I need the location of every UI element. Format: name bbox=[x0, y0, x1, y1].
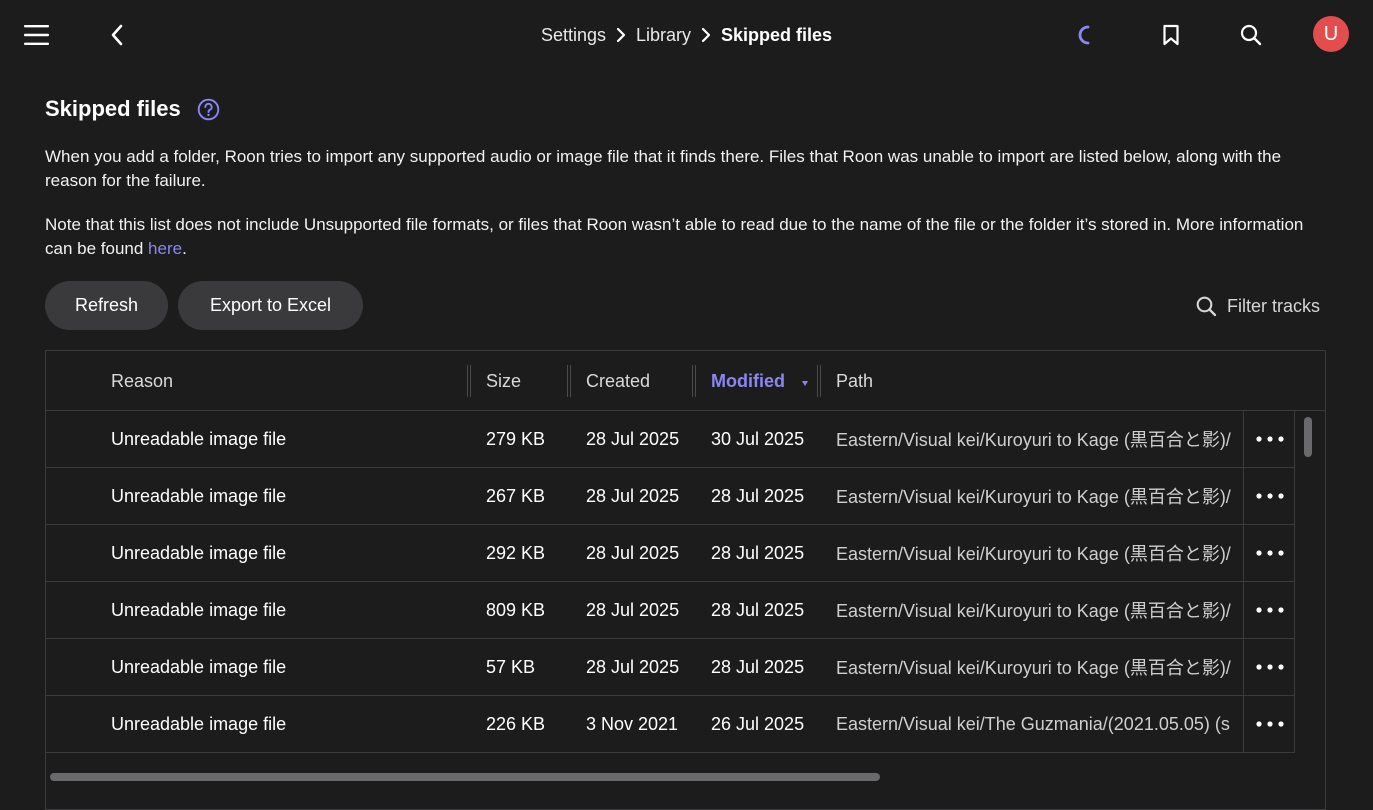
reason-cell: Unreadable image file bbox=[111, 599, 287, 620]
created-cell: 28 Jul 2025 bbox=[586, 428, 680, 449]
question-circle-icon bbox=[197, 98, 220, 121]
size-cell: 279 KB bbox=[486, 428, 546, 449]
loading-spinner-icon bbox=[1078, 25, 1090, 45]
column-header-modified[interactable]: Modified bbox=[711, 351, 785, 411]
column-resize-handle[interactable] bbox=[817, 365, 821, 397]
more-horizontal-icon bbox=[1256, 550, 1284, 556]
column-header-size[interactable]: Size bbox=[486, 351, 521, 411]
path-cell: Eastern/Visual kei/Kuroyuri to Kage (黒百合… bbox=[836, 430, 1231, 450]
created-cell: 28 Jul 2025 bbox=[586, 485, 680, 506]
table-row[interactable]: Unreadable image file 292 KB 28 Jul 2025… bbox=[46, 525, 1294, 582]
row-more-button[interactable] bbox=[1246, 525, 1294, 581]
description-paragraph: When you add a folder, Roon tries to imp… bbox=[45, 147, 1282, 190]
user-avatar[interactable]: U bbox=[1313, 16, 1349, 52]
row-more-button[interactable] bbox=[1246, 468, 1294, 524]
table-row[interactable]: Unreadable image file 226 KB 3 Nov 2021 … bbox=[46, 696, 1294, 753]
filter-tracks-label: Filter tracks bbox=[1227, 295, 1321, 316]
more-horizontal-icon bbox=[1256, 721, 1284, 727]
table-header: Reason Size Created Modified Path bbox=[46, 351, 1325, 411]
search-icon bbox=[1196, 296, 1217, 316]
breadcrumb-settings[interactable]: Settings bbox=[541, 25, 606, 46]
chevron-right-icon bbox=[701, 27, 711, 43]
loading-indicator bbox=[1070, 20, 1100, 50]
reason-cell: Unreadable image file bbox=[111, 542, 287, 563]
page-title: Skipped files bbox=[45, 96, 181, 121]
reason-cell: Unreadable image file bbox=[111, 428, 287, 449]
modified-cell: 26 Jul 2025 bbox=[711, 713, 805, 734]
created-cell: 3 Nov 2021 bbox=[586, 713, 679, 734]
more-horizontal-icon bbox=[1256, 493, 1284, 499]
note-suffix: . bbox=[182, 239, 187, 258]
skipped-files-table: Reason Size Created Modified Path Unread… bbox=[45, 350, 1326, 810]
modified-cell: 28 Jul 2025 bbox=[711, 485, 805, 506]
created-cell: 28 Jul 2025 bbox=[586, 656, 680, 677]
row-more-button[interactable] bbox=[1246, 696, 1294, 752]
note-text: Note that this list does not include Uns… bbox=[45, 215, 1304, 258]
chevron-right-icon bbox=[616, 27, 626, 43]
bookmark-icon bbox=[1163, 24, 1179, 46]
horizontal-scrollbar[interactable] bbox=[50, 773, 880, 781]
table-row[interactable]: Unreadable image file 809 KB 28 Jul 2025… bbox=[46, 582, 1294, 639]
reason-cell: Unreadable image file bbox=[111, 485, 287, 506]
path-cell: Eastern/Visual kei/Kuroyuri to Kage (黒百合… bbox=[836, 658, 1231, 678]
column-header-reason[interactable]: Reason bbox=[111, 351, 173, 411]
filter-tracks-control[interactable]: Filter tracks bbox=[1196, 292, 1320, 320]
more-horizontal-icon bbox=[1256, 607, 1284, 613]
modified-cell: 28 Jul 2025 bbox=[711, 542, 805, 563]
vertical-scrollbar[interactable] bbox=[1304, 417, 1312, 457]
table-row[interactable]: Unreadable image file 57 KB 28 Jul 2025 … bbox=[46, 639, 1294, 696]
help-button[interactable] bbox=[197, 98, 220, 121]
created-cell: 28 Jul 2025 bbox=[586, 599, 680, 620]
row-more-button[interactable] bbox=[1246, 411, 1294, 467]
row-more-button[interactable] bbox=[1246, 582, 1294, 638]
modified-cell: 28 Jul 2025 bbox=[711, 656, 805, 677]
size-cell: 57 KB bbox=[486, 656, 536, 677]
avatar-initial: U bbox=[1323, 22, 1339, 45]
modified-cell: 30 Jul 2025 bbox=[711, 428, 805, 449]
sort-descending-icon bbox=[802, 381, 808, 386]
breadcrumb-current: Skipped files bbox=[721, 24, 833, 45]
reason-cell: Unreadable image file bbox=[111, 656, 287, 677]
export-to-excel-button[interactable]: Export to Excel bbox=[178, 281, 363, 330]
reason-cell: Unreadable image file bbox=[111, 713, 287, 734]
refresh-button[interactable]: Refresh bbox=[45, 281, 168, 330]
path-cell: Eastern/Visual kei/Kuroyuri to Kage (黒百合… bbox=[836, 601, 1231, 621]
breadcrumb-library[interactable]: Library bbox=[636, 25, 691, 46]
search-button[interactable] bbox=[1234, 18, 1268, 52]
size-cell: 292 KB bbox=[486, 542, 546, 563]
more-info-link[interactable]: here bbox=[148, 239, 182, 258]
more-horizontal-icon bbox=[1256, 664, 1284, 670]
top-bar: Settings Library Skipped files U bbox=[0, 0, 1373, 70]
size-cell: 226 KB bbox=[486, 713, 546, 734]
created-cell: 28 Jul 2025 bbox=[586, 542, 680, 563]
row-more-button[interactable] bbox=[1246, 639, 1294, 695]
bookmark-button[interactable] bbox=[1154, 18, 1188, 52]
column-resize-handle[interactable] bbox=[692, 365, 696, 397]
column-header-path[interactable]: Path bbox=[836, 351, 873, 411]
path-cell: Eastern/Visual kei/Kuroyuri to Kage (黒百合… bbox=[836, 487, 1231, 507]
path-cell: Eastern/Visual kei/Kuroyuri to Kage (黒百合… bbox=[836, 544, 1231, 564]
modified-cell: 28 Jul 2025 bbox=[711, 599, 805, 620]
column-resize-handle[interactable] bbox=[467, 365, 471, 397]
column-header-created[interactable]: Created bbox=[586, 351, 650, 411]
table-row[interactable]: Unreadable image file 267 KB 28 Jul 2025… bbox=[46, 468, 1294, 525]
search-icon bbox=[1240, 24, 1262, 46]
size-cell: 267 KB bbox=[486, 485, 546, 506]
path-cell: Eastern/Visual kei/The Guzmania/(2021.05… bbox=[836, 713, 1230, 734]
size-cell: 809 KB bbox=[486, 599, 546, 620]
more-horizontal-icon bbox=[1256, 436, 1284, 442]
table-row[interactable]: Unreadable image file 279 KB 28 Jul 2025… bbox=[46, 411, 1294, 468]
note-paragraph: Note that this list does not include Uns… bbox=[45, 213, 1335, 261]
column-resize-handle[interactable] bbox=[567, 365, 571, 397]
